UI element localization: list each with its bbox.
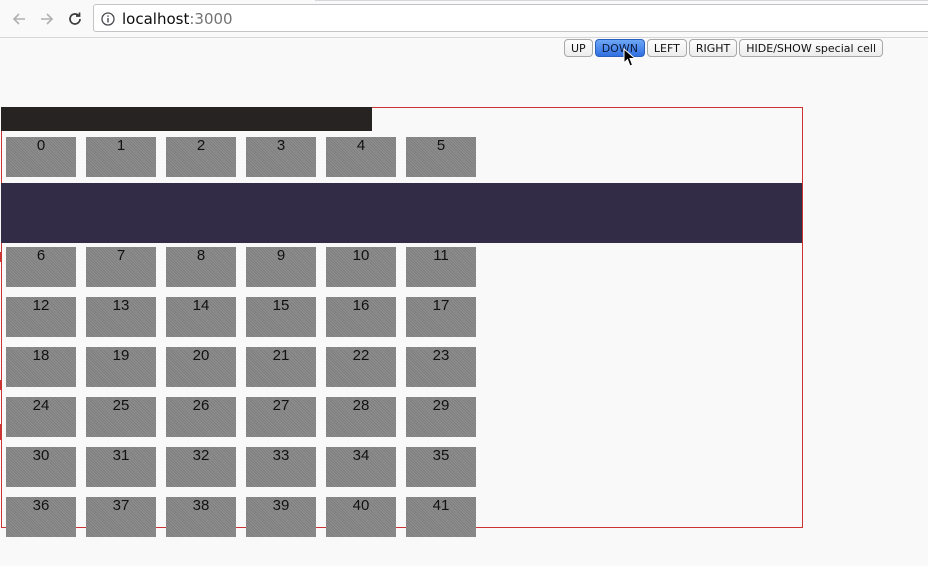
grid-cell-34: 34	[326, 447, 396, 487]
grid-cell-41: 41	[406, 497, 476, 537]
url-text: localhost:3000	[122, 10, 233, 28]
grid-cell-36: 36	[6, 497, 76, 537]
grid-cell-2: 2	[166, 137, 236, 177]
grid-cell-40: 40	[326, 497, 396, 537]
grid-cell-33: 33	[246, 447, 316, 487]
forward-arrow-icon[interactable]	[36, 8, 58, 30]
grid-cell-11: 11	[406, 247, 476, 287]
url-bar[interactable]: localhost:3000	[93, 4, 928, 32]
url-host: localhost	[122, 10, 190, 28]
grid-cell-30: 30	[6, 447, 76, 487]
grid-cell-26: 26	[166, 397, 236, 437]
edge-mark	[0, 424, 2, 440]
grid-cell-10: 10	[326, 247, 396, 287]
edge-mark	[0, 380, 2, 390]
grid-cell-14: 14	[166, 297, 236, 337]
grid-cell-5: 5	[406, 137, 476, 177]
grid-cell-1: 1	[86, 137, 156, 177]
back-arrow-icon[interactable]	[8, 8, 30, 30]
grid-cell-27: 27	[246, 397, 316, 437]
up-button[interactable]: UP	[564, 39, 593, 57]
grid-cell-18: 18	[6, 347, 76, 387]
toggle-special-cell-button[interactable]: HIDE/SHOW special cell	[739, 39, 883, 57]
grid-cell-32: 32	[166, 447, 236, 487]
grid-cell-29: 29	[406, 397, 476, 437]
grid-cell-19: 19	[86, 347, 156, 387]
right-button[interactable]: RIGHT	[688, 39, 738, 57]
grid-cell-37: 37	[86, 497, 156, 537]
grid-cell-17: 17	[406, 297, 476, 337]
grid-cell-8: 8	[166, 247, 236, 287]
grid-cell-31: 31	[86, 447, 156, 487]
grid-cell-20: 20	[166, 347, 236, 387]
url-port: :3000	[189, 10, 233, 28]
grid-cell-7: 7	[86, 247, 156, 287]
grid-cell-22: 22	[326, 347, 396, 387]
grid-cell-39: 39	[246, 497, 316, 537]
edge-mark	[0, 252, 2, 262]
control-buttons: UP DOWN LEFT RIGHT HIDE/SHOW special cel…	[564, 39, 883, 57]
special-cell	[1, 183, 802, 243]
tab-strip-line	[315, 0, 928, 1]
mouse-pointer-icon	[623, 48, 637, 67]
browser-toolbar: localhost:3000	[0, 0, 928, 38]
grid-cell-35: 35	[406, 447, 476, 487]
grid-cell-28: 28	[326, 397, 396, 437]
left-button[interactable]: LEFT	[646, 39, 687, 57]
grid-cell-4: 4	[326, 137, 396, 177]
header-bar	[1, 107, 372, 131]
grid-cell-12: 12	[6, 297, 76, 337]
grid-cell-0: 0	[6, 137, 76, 177]
grid-cell-15: 15	[246, 297, 316, 337]
grid-cell-13: 13	[86, 297, 156, 337]
reload-icon[interactable]	[64, 8, 86, 30]
grid-container: 0 1 2 3 4 5 6 7 8 9 10 11 12 13 14 15 16 17 18 19 20 21 22 23 24…	[1, 107, 803, 537]
grid-cell-25: 25	[86, 397, 156, 437]
grid-cell-9: 9	[246, 247, 316, 287]
grid-cell-16: 16	[326, 297, 396, 337]
down-button[interactable]: DOWN	[594, 39, 645, 57]
info-icon[interactable]	[101, 11, 115, 26]
grid-cell-38: 38	[166, 497, 236, 537]
grid-cell-6: 6	[6, 247, 76, 287]
grid-cell-23: 23	[406, 347, 476, 387]
grid-cell-24: 24	[6, 397, 76, 437]
grid-cell-3: 3	[246, 137, 316, 177]
grid-cell-21: 21	[246, 347, 316, 387]
